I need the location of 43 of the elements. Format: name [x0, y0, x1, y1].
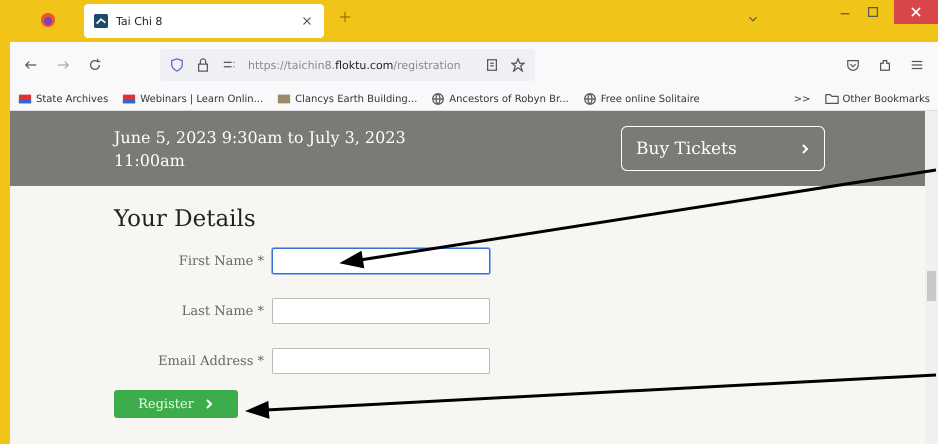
bookmark-item[interactable]: Webinars | Learn Onlin...: [122, 92, 264, 106]
reload-icon[interactable]: [88, 58, 102, 72]
chevron-right-icon: [204, 398, 214, 410]
star-icon[interactable]: [510, 58, 525, 72]
buy-tickets-button[interactable]: Buy Tickets: [621, 126, 825, 171]
bookmark-item[interactable]: Free online Solitaire: [582, 92, 700, 106]
url-text: https://taichin8.floktu.com/registration: [248, 58, 461, 72]
shield-icon: [170, 58, 184, 72]
input-field[interactable]: [272, 248, 490, 274]
flag-icon: [18, 92, 32, 106]
field-label: First Name *: [178, 254, 265, 268]
address-bar[interactable]: https://taichin8.floktu.com/registration: [160, 49, 535, 81]
bookmarks-overflow[interactable]: >>: [794, 94, 811, 104]
pocket-icon[interactable]: [846, 58, 860, 72]
photo-icon: [277, 92, 292, 106]
scrollbar[interactable]: [925, 111, 938, 444]
flag-icon: [122, 92, 136, 106]
folder-icon: [824, 92, 839, 106]
bookmark-item[interactable]: State Archives: [18, 92, 108, 106]
bookmark-folder[interactable]: Other Bookmarks: [824, 92, 930, 106]
input-field[interactable]: [272, 298, 490, 324]
back-arrow-icon[interactable]: [24, 58, 38, 72]
event-dates: June 5, 2023 9:30am to July 3, 2023 11:00am: [114, 126, 407, 172]
browser-logo-icon[interactable]: [40, 12, 56, 28]
chevron-right-icon: [800, 142, 810, 154]
site-favicon-icon: [94, 14, 108, 28]
globe-icon: [431, 92, 446, 106]
globe-icon: [582, 92, 597, 106]
field-label: Last Name *: [180, 304, 265, 318]
reader-view-icon[interactable]: [484, 58, 499, 72]
bookmark-item[interactable]: Clancys Earth Building...: [277, 92, 418, 106]
bookmark-item[interactable]: Ancestors of Robyn Br...: [431, 92, 569, 106]
menu-icon[interactable]: [910, 58, 924, 72]
input-field[interactable]: [272, 348, 490, 374]
browser-tab[interactable]: Tai Chi 8: [84, 4, 324, 38]
lock-icon: [196, 58, 210, 72]
section-heading: Your Details: [114, 206, 257, 232]
close-window-button[interactable]: [894, 0, 938, 24]
maximize-icon[interactable]: [866, 5, 880, 19]
tab-title: Tai Chi 8: [116, 14, 162, 28]
field-label: Email Address *: [157, 354, 265, 368]
extensions-icon[interactable]: [878, 58, 892, 72]
plus-icon[interactable]: [338, 10, 352, 24]
